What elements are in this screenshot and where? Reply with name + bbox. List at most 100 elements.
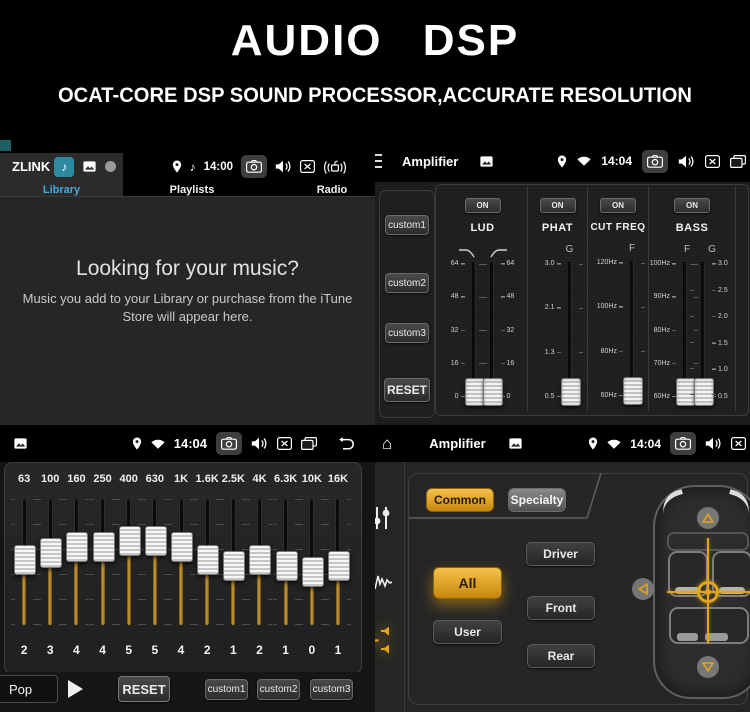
tab-common[interactable]: Common	[426, 488, 494, 512]
eq-slider-knob[interactable]	[275, 550, 298, 581]
fader-down-arrow[interactable]	[697, 656, 719, 678]
eq-slider-knob[interactable]	[92, 532, 115, 563]
bass-f-letter: F	[684, 244, 691, 255]
fader-left-arrow[interactable]	[632, 578, 654, 600]
tab-specialty[interactable]: Specialty	[508, 488, 566, 512]
radio-icon[interactable]	[323, 160, 347, 174]
eq-band-value: 1	[282, 643, 289, 657]
eq-slider-knob[interactable]	[118, 526, 141, 556]
zone-rear-button[interactable]: Rear	[527, 644, 595, 668]
slider-knob[interactable]	[482, 378, 503, 406]
eq-slider-knob[interactable]	[327, 550, 350, 581]
eq-slider-knob[interactable]	[66, 532, 89, 563]
slider-knob[interactable]	[694, 378, 714, 406]
phat-slider[interactable]	[556, 260, 583, 408]
corner-artifact	[0, 140, 11, 151]
record-dot-icon	[105, 161, 117, 172]
play-preset-button[interactable]	[68, 680, 83, 698]
clock: 14:04	[601, 154, 632, 168]
lud-on-button[interactable]: ON	[464, 198, 501, 213]
eq-slider-knob[interactable]	[197, 544, 220, 575]
recent-apps-icon[interactable]	[730, 154, 746, 168]
cutfreq-on-button[interactable]: ON	[600, 198, 636, 213]
eq-band-slider[interactable]	[11, 493, 38, 635]
recent-apps-icon[interactable]	[301, 437, 317, 450]
eq-slider-knob[interactable]	[40, 538, 63, 569]
tab-playlists-label: Playlists	[169, 184, 215, 196]
close-box-icon[interactable]	[300, 160, 315, 173]
clock: 14:00	[203, 160, 233, 173]
eq-band-slider[interactable]	[115, 493, 142, 635]
eq-slider-knob[interactable]	[301, 557, 324, 587]
eq-band-slider[interactable]	[141, 493, 168, 635]
wifi-icon	[577, 156, 591, 166]
tab-library[interactable]: Library	[0, 180, 123, 196]
amp-column-lud: ON LUD 64 48 32 16 0 64 48 32 16 0	[438, 188, 527, 408]
eq-band-value: 1	[334, 643, 342, 657]
camera-button[interactable]	[241, 155, 267, 178]
eq-band-slider[interactable]	[89, 493, 116, 635]
preset-dropdown[interactable]: Pop	[0, 675, 58, 703]
volume-icon[interactable]	[678, 155, 695, 168]
eq-band-frequency-label: 1.6K	[195, 473, 219, 485]
zone-user-button[interactable]: User	[433, 620, 502, 644]
bass-label: BASS	[675, 222, 709, 234]
eq-sliders	[11, 493, 351, 635]
eq-band-frequency-label: 400	[119, 473, 138, 485]
balance-target[interactable]	[697, 581, 719, 603]
lowpass-curve-icon	[458, 249, 475, 258]
bass-on-button[interactable]: ON	[674, 198, 710, 213]
zone-front-button[interactable]: Front	[527, 596, 595, 620]
eq-custom1-button[interactable]: custom1	[205, 679, 248, 700]
eq-band-slider[interactable]	[324, 493, 351, 635]
bass-g-slider[interactable]	[690, 260, 716, 408]
eq-band-slider[interactable]	[298, 493, 325, 635]
eq-band-frequency-label: 100	[41, 473, 60, 485]
eq-slider-knob[interactable]	[144, 526, 167, 556]
camera-button[interactable]	[216, 432, 242, 455]
close-box-icon[interactable]	[277, 437, 292, 450]
eq-slider-knob[interactable]	[223, 550, 246, 581]
reset-button[interactable]: RESET	[384, 378, 430, 402]
volume-icon[interactable]	[251, 437, 268, 450]
volume-icon[interactable]	[275, 160, 292, 173]
eq-band-frequency-label: 6.3K	[274, 473, 298, 485]
screen-amplifier-effects: Amplifier 14:04 custom1 custom2 custom3 …	[375, 140, 750, 425]
zone-all-button[interactable]: All	[433, 567, 502, 599]
custom1-button[interactable]: custom1	[385, 215, 429, 235]
slider-knob[interactable]	[560, 378, 581, 406]
close-box-icon[interactable]	[705, 154, 720, 168]
camera-button[interactable]	[642, 149, 668, 173]
eq-band-frequency-label: 4K	[252, 473, 267, 485]
eq-band-slider[interactable]	[168, 493, 195, 635]
equalizer-panel: 63 100 160 250 400 630 1K 1.6K 2.5K 4K 6.3K 10K 16K	[4, 462, 362, 674]
zone-driver-button[interactable]: Driver	[526, 542, 595, 566]
phat-on-button[interactable]: ON	[539, 198, 576, 213]
empty-message-line1: Music you add to your Library or purchas…	[22, 291, 353, 306]
library-empty-state: Looking for your music? Music you add to…	[0, 196, 375, 425]
brand-logo: ZLINK	[12, 159, 51, 174]
custom3-button[interactable]: custom3	[385, 323, 429, 343]
eq-custom3-button[interactable]: custom3	[310, 679, 353, 700]
eq-slider-knob[interactable]	[14, 544, 37, 575]
tab-library-label: Library	[42, 184, 81, 196]
eq-band-slider[interactable]	[272, 493, 299, 635]
lud-label: LUD	[470, 222, 495, 234]
eq-band-slider[interactable]	[194, 493, 221, 635]
preset-value: Pop	[9, 681, 33, 697]
custom2-button[interactable]: custom2	[385, 273, 429, 293]
tick-marks	[115, 499, 120, 625]
eq-custom2-button[interactable]: custom2	[257, 679, 300, 700]
eq-band-slider[interactable]	[37, 493, 64, 635]
slider-knob[interactable]	[623, 377, 643, 405]
eq-band-slider[interactable]	[220, 493, 247, 635]
cutfreq-slider[interactable]	[619, 259, 645, 407]
eq-band-slider[interactable]	[246, 493, 273, 635]
eq-band-slider[interactable]	[63, 493, 90, 635]
eq-reset-button[interactable]: RESET	[118, 676, 170, 702]
back-icon[interactable]	[336, 437, 355, 450]
eq-slider-knob[interactable]	[249, 544, 272, 575]
lud-slider-2[interactable]	[478, 260, 505, 408]
eq-slider-knob[interactable]	[171, 532, 194, 563]
fader-up-arrow[interactable]	[697, 507, 719, 529]
